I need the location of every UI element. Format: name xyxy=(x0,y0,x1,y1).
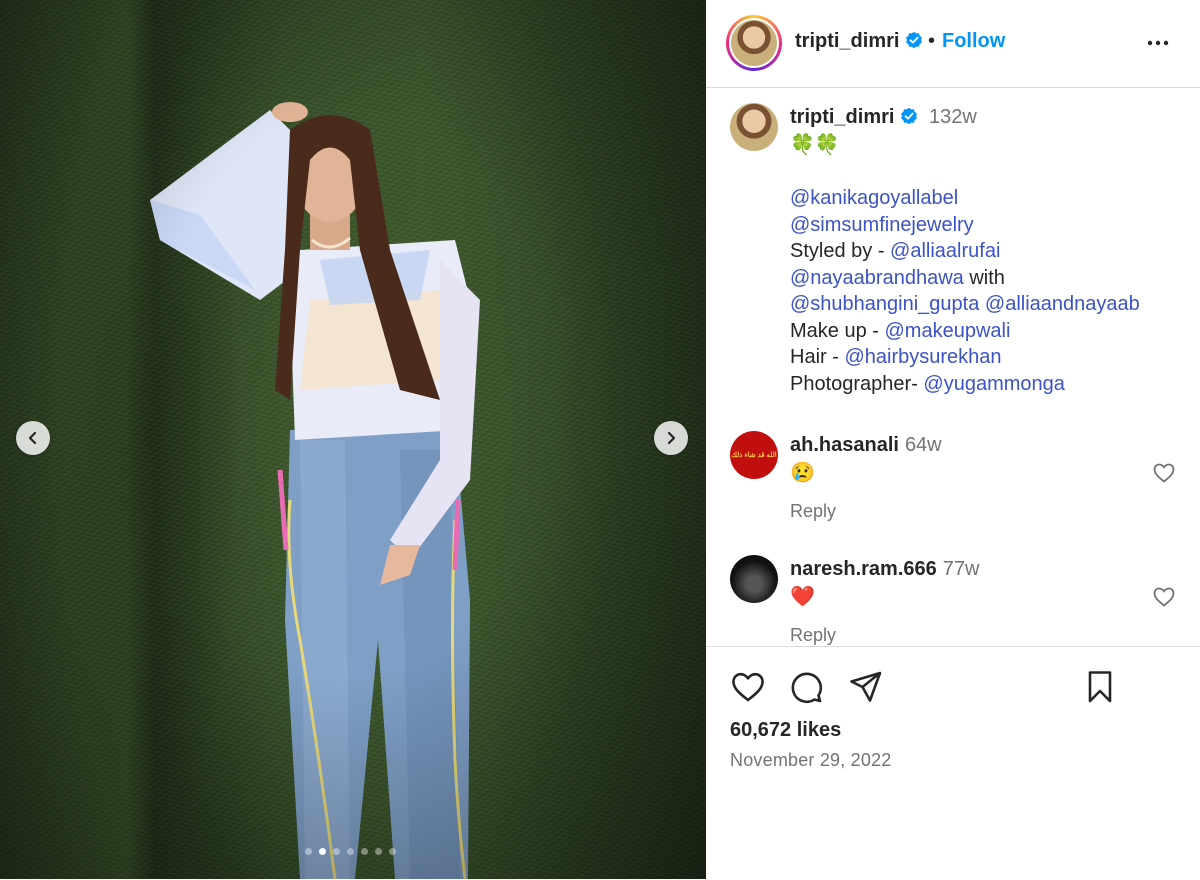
caption-line: Styled by - @alliaalrufai xyxy=(790,238,1190,265)
comment-timestamp: 77w xyxy=(942,558,980,580)
post-header: tripti_dimri • Follow xyxy=(706,0,1200,88)
carousel-next-button[interactable] xyxy=(654,421,688,455)
reply-button[interactable]: Reply xyxy=(790,625,836,646)
heart-icon[interactable] xyxy=(1152,461,1176,485)
likes-count[interactable]: 60,672 likes xyxy=(730,719,841,742)
carousel-dot xyxy=(389,848,396,855)
share-paper-plane-icon[interactable] xyxy=(848,669,884,705)
caption-line: Photographer- @yugammonga xyxy=(790,371,1190,398)
post-actions: 60,672 likes November 29, 2022 xyxy=(706,646,1200,880)
comment-username[interactable]: ah.hasanali 64w xyxy=(790,434,942,457)
heart-icon[interactable] xyxy=(1152,585,1176,609)
carousel-indicator xyxy=(305,848,396,855)
comment-username[interactable]: naresh.ram.666 77w xyxy=(790,558,979,581)
reply-button[interactable]: Reply xyxy=(790,501,836,522)
header-username[interactable]: tripti_dimri xyxy=(795,30,923,53)
commenter-avatar[interactable] xyxy=(730,555,778,603)
caption-line: @shubhangini_gupta @alliaandnayaab xyxy=(790,291,1190,318)
carousel-prev-button[interactable] xyxy=(16,421,50,455)
story-ring-avatar[interactable] xyxy=(726,15,782,71)
header-separator: • xyxy=(928,30,936,52)
mention-link[interactable]: @kanikagoyallabel xyxy=(790,187,958,209)
chevron-right-icon xyxy=(667,431,676,445)
post-date: November 29, 2022 xyxy=(730,750,892,770)
comment-text: ❤️ xyxy=(790,586,815,608)
caption-text-segment: Make up - xyxy=(790,319,885,342)
mention-link[interactable]: @makeupwali xyxy=(884,320,1010,342)
comment-timestamp: 64w xyxy=(904,434,942,456)
commenter-avatar[interactable]: الله قد شاء ذلك xyxy=(730,431,778,479)
caption-username[interactable]: tripti_dimri xyxy=(790,106,918,129)
carousel-dot xyxy=(319,848,326,855)
mention-link[interactable]: @shubhangini_gupta xyxy=(790,293,979,315)
carousel-dot xyxy=(305,848,312,855)
carousel-dot xyxy=(333,848,340,855)
mention-link[interactable]: @nayaabrandhawa xyxy=(790,267,964,289)
post-details-panel: tripti_dimri • Follow tripti_dimri 132w … xyxy=(706,0,1200,879)
mention-link[interactable]: @alliaalrufai xyxy=(890,240,1000,262)
caption-text-segment: Styled by - xyxy=(790,240,891,262)
chevron-left-icon xyxy=(28,431,37,445)
caption-emoji: 🍀🍀 xyxy=(790,134,840,156)
comments-section[interactable]: tripti_dimri 132w 🍀🍀 @kanikagoyallabel @s… xyxy=(706,88,1200,646)
caption-line: Hair - @hairbysurekhan xyxy=(790,344,1190,371)
mention-link[interactable]: @simsumfinejewelry xyxy=(790,214,974,236)
caption-line: Make up - @makeupwali xyxy=(790,318,1190,345)
caption-line: @kanikagoyallabel xyxy=(790,185,1190,212)
more-options-icon[interactable] xyxy=(1146,33,1170,53)
verified-badge-icon xyxy=(906,31,923,49)
carousel-dot xyxy=(361,848,368,855)
verified-badge-icon xyxy=(901,107,918,125)
avatar xyxy=(731,20,777,66)
caption-text: 🍀🍀 @kanikagoyallabel @simsumfinejewelry St… xyxy=(790,132,1190,397)
caption-text-segment: with xyxy=(963,266,1005,289)
post-media[interactable] xyxy=(0,0,706,879)
carousel-dot xyxy=(347,848,354,855)
save-bookmark-icon[interactable] xyxy=(1082,669,1118,705)
like-heart-icon[interactable] xyxy=(730,669,766,705)
carousel-dot xyxy=(375,848,382,855)
mention-link[interactable]: @alliaandnayaab xyxy=(985,293,1140,315)
mention-link[interactable]: @yugammonga xyxy=(923,373,1064,395)
mention-link[interactable]: @hairbysurekhan xyxy=(844,346,1001,368)
comment-bubble-icon[interactable] xyxy=(788,669,824,705)
comment-text: 😢 xyxy=(790,462,815,484)
caption-line: @simsumfinejewelry xyxy=(790,212,1190,239)
caption-avatar[interactable] xyxy=(730,103,778,151)
follow-button[interactable]: Follow xyxy=(942,30,1005,53)
photo-vignette xyxy=(0,0,706,879)
caption-line: @nayaabrandhawa with xyxy=(790,265,1190,292)
caption-text-segment: Hair - xyxy=(790,346,845,368)
caption-timestamp[interactable]: 132w xyxy=(929,106,977,129)
caption-text-segment: Photographer- xyxy=(790,372,924,395)
